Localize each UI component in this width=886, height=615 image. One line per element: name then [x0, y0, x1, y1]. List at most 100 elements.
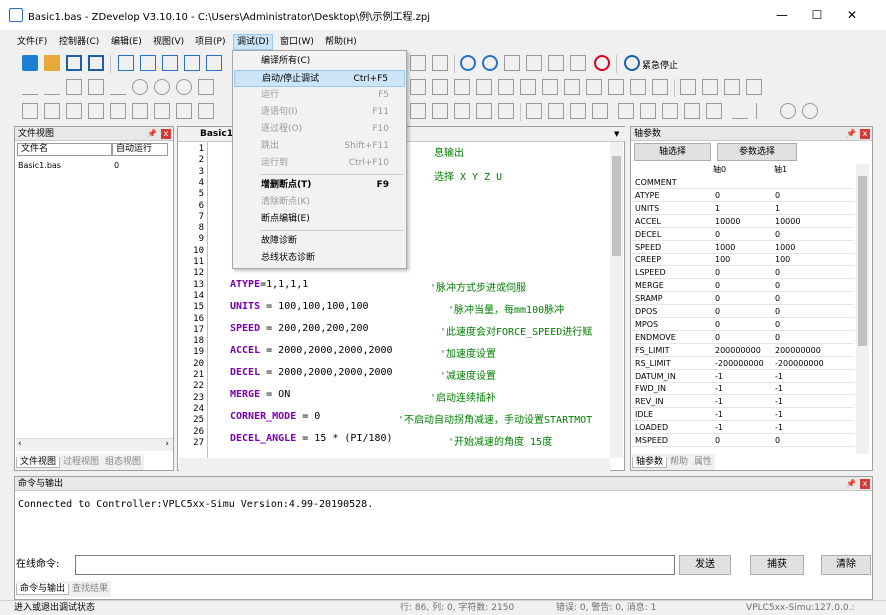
- axis-param-row[interactable]: REV_IN -1 -1: [632, 396, 854, 409]
- send-button[interactable]: 发送: [679, 555, 731, 575]
- axis-param-row[interactable]: SPEED 1000 1000: [632, 242, 854, 254]
- ladder-p-icon[interactable]: [618, 103, 634, 119]
- component2-icon[interactable]: [432, 79, 448, 95]
- debug-menu-item[interactable]: 故障诊断: [234, 233, 405, 250]
- axis-param-row[interactable]: COMMENT: [632, 177, 854, 189]
- ladder-coil-icon[interactable]: [662, 103, 678, 119]
- upload-icon[interactable]: [184, 55, 200, 71]
- same-height-icon[interactable]: [132, 103, 148, 119]
- code-line[interactable]: DECEL = 2000,2000,2000,2000: [230, 367, 393, 378]
- axis-s3-icon[interactable]: [476, 103, 492, 119]
- pin-icon-3[interactable]: 📌: [846, 479, 856, 488]
- tab-help[interactable]: 帮助: [667, 457, 691, 467]
- debug-menu-item[interactable]: 运行 F5: [234, 87, 405, 104]
- image-icon[interactable]: [630, 79, 646, 95]
- align-bottom-icon[interactable]: [88, 103, 104, 119]
- stop-icon[interactable]: [594, 55, 610, 71]
- code-line[interactable]: DECEL_ANGLE = 15 * (PI/180): [230, 433, 393, 444]
- circle2-tool-icon[interactable]: [154, 79, 170, 95]
- debug-menu-item[interactable]: 跳出 Shift+F11: [234, 138, 405, 155]
- debug-menu-item[interactable]: 编译所有(C): [234, 53, 405, 70]
- close-panel-icon-3[interactable]: x: [860, 479, 870, 489]
- tab-dropdown-icon[interactable]: ▼: [614, 130, 619, 138]
- debug-menu-item[interactable]: 逐过程(O) F10: [234, 121, 405, 138]
- axis-param-row[interactable]: ATYPE 0 0: [632, 190, 854, 202]
- menu-edit[interactable]: 编辑(E): [108, 34, 145, 50]
- col-autorun[interactable]: 自动运行: [112, 143, 168, 156]
- ladder-vline-icon[interactable]: [756, 103, 772, 119]
- new-file-icon[interactable]: [22, 55, 38, 71]
- clock-icon[interactable]: [608, 79, 624, 95]
- axis-select-button[interactable]: 轴选择: [634, 143, 711, 161]
- mail-icon[interactable]: [206, 55, 222, 71]
- code-line[interactable]: SPEED = 200,200,200,200: [230, 323, 368, 334]
- align-top-icon[interactable]: [44, 103, 60, 119]
- ladder-point-icon[interactable]: [780, 103, 796, 119]
- ladder-nc-icon[interactable]: [548, 103, 564, 119]
- gauge-icon[interactable]: [586, 79, 602, 95]
- picture-icon[interactable]: [652, 79, 668, 95]
- circle-tool-icon[interactable]: [132, 79, 148, 95]
- table-icon[interactable]: [680, 79, 696, 95]
- hexagon-tool-icon[interactable]: [88, 79, 104, 95]
- slider-icon[interactable]: [564, 79, 580, 95]
- ladder-falling-icon[interactable]: [592, 103, 608, 119]
- axis-s2-icon[interactable]: [454, 103, 470, 119]
- run-to-icon[interactable]: [570, 55, 586, 71]
- axis-param-row[interactable]: DATUM_IN -1 -1: [632, 371, 854, 383]
- number-icon[interactable]: [520, 79, 536, 95]
- axis-param-row[interactable]: ENDMOVE 0 0: [632, 332, 854, 344]
- editor-vertical-scrollbar[interactable]: [610, 142, 623, 458]
- step-in-icon[interactable]: [504, 55, 520, 71]
- step-out-icon[interactable]: [548, 55, 564, 71]
- file-row-auto[interactable]: 0: [114, 161, 119, 170]
- tab-config-view[interactable]: 组态视图: [102, 457, 144, 467]
- menu-help[interactable]: 帮助(H): [322, 34, 360, 50]
- ladder-n-icon[interactable]: [640, 103, 656, 119]
- debug-menu-item[interactable]: 总线状态诊断: [234, 250, 405, 267]
- tab-file-view[interactable]: 文件视图: [16, 457, 61, 468]
- open-folder-icon[interactable]: [44, 55, 60, 71]
- capture-button[interactable]: 捕获: [750, 555, 804, 575]
- axis-param-row[interactable]: MSPEED 0 0: [632, 435, 854, 447]
- ladder-rising-icon[interactable]: [570, 103, 586, 119]
- axis-param-row[interactable]: SRAMP 0 0: [632, 293, 854, 306]
- axis-param-row[interactable]: DPOS 0 0: [632, 306, 854, 318]
- download-rom-icon[interactable]: [162, 55, 178, 71]
- ladder-func2-icon[interactable]: [706, 103, 722, 119]
- axis-param-row[interactable]: CREEP 100 100: [632, 254, 854, 267]
- step-over-icon[interactable]: [526, 55, 542, 71]
- picture2-icon[interactable]: [702, 79, 718, 95]
- pause-icon[interactable]: [482, 55, 498, 71]
- axis-param-row[interactable]: RS_LIMIT -200000000 -200000000: [632, 358, 854, 370]
- component-icon[interactable]: [410, 79, 426, 95]
- code-line[interactable]: UNITS = 100,100,100,100: [230, 301, 368, 312]
- component5-icon[interactable]: [498, 79, 514, 95]
- emergency-stop-icon[interactable]: [624, 55, 640, 71]
- close-panel-icon-2[interactable]: x: [860, 129, 870, 139]
- editor-horizontal-scrollbar[interactable]: [179, 458, 610, 471]
- debug-menu-item[interactable]: 断点编辑(E): [234, 211, 405, 228]
- tab-axis-params[interactable]: 轴参数: [632, 457, 668, 468]
- align-left-icon[interactable]: [22, 103, 38, 119]
- align-right-icon[interactable]: [66, 103, 82, 119]
- pin-icon-2[interactable]: 📌: [846, 129, 856, 138]
- axis-param-row[interactable]: IDLE -1 -1: [632, 409, 854, 422]
- axis-sn-icon[interactable]: [498, 103, 514, 119]
- polyline-tool-icon[interactable]: [44, 79, 60, 95]
- save-all-icon[interactable]: [88, 55, 104, 71]
- ladder-hline-icon[interactable]: [732, 103, 748, 119]
- debug-menu-item[interactable]: 启动/停止调试 Ctrl+F5: [234, 70, 405, 87]
- code-line[interactable]: ACCEL = 2000,2000,2000,2000: [230, 345, 393, 356]
- ladder-point2-icon[interactable]: [802, 103, 818, 119]
- close-panel-icon[interactable]: x: [161, 129, 171, 139]
- window-icon[interactable]: [746, 79, 762, 95]
- menu-view[interactable]: 视图(V): [150, 34, 187, 50]
- same-size-icon[interactable]: [154, 103, 170, 119]
- settings-icon[interactable]: [460, 55, 476, 71]
- save-icon[interactable]: [66, 55, 82, 71]
- curve-tool-icon[interactable]: [110, 79, 126, 95]
- tab-properties[interactable]: 属性: [691, 457, 715, 467]
- controller-connect-icon[interactable]: [118, 55, 134, 71]
- axis-param-row[interactable]: LSPEED 0 0: [632, 267, 854, 280]
